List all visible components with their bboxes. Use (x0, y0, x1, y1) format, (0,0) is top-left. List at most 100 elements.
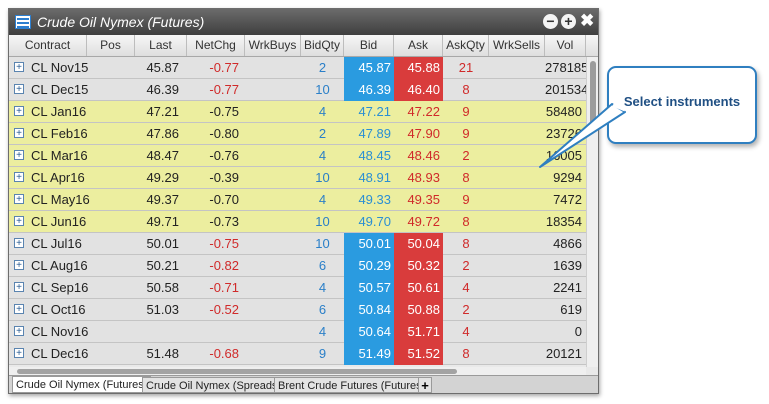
cell-askqty[interactable]: 9 (443, 189, 489, 210)
cell-bid[interactable]: 46.39 (344, 79, 394, 101)
cell-askqty[interactable]: 4 (443, 277, 489, 298)
cell-contract[interactable]: CL Nov15 (9, 57, 88, 78)
cell-ask[interactable]: 50.04 (394, 233, 443, 255)
tab-crude-oil-nymex-futures[interactable]: Crude Oil Nymex (Futures) (12, 376, 152, 393)
cell-bid[interactable]: 48.45 (344, 145, 394, 166)
cell-bidqty[interactable]: 10 (301, 79, 344, 100)
cell-contract[interactable]: CL Jul16 (9, 233, 87, 254)
column-header-contract[interactable]: Contract (9, 35, 87, 56)
table-row[interactable]: + CL Jan16 47.21 -0.75 4 47.21 47.22 9 58480 (9, 101, 586, 123)
cell-bidqty[interactable]: 2 (301, 123, 344, 144)
cell-bidqty[interactable]: 6 (301, 255, 344, 276)
cell-ask[interactable]: 47.22 (394, 101, 443, 122)
table-row[interactable]: + CL Nov15 45.87 -0.77 2 45.87 45.88 21 278185 (9, 57, 586, 79)
cell-bidqty[interactable]: 4 (301, 277, 344, 298)
tab-crude-oil-nymex-spreads[interactable]: Crude Oil Nymex (Spreads) (142, 377, 286, 393)
cell-contract[interactable]: CL Jun16 (9, 211, 87, 232)
cell-ask[interactable]: 50.88 (394, 299, 443, 321)
column-header-wrksells[interactable]: WrkSells (489, 35, 545, 56)
cell-ask[interactable]: 50.61 (394, 277, 443, 299)
cell-bid[interactable]: 50.29 (344, 255, 394, 277)
table-row[interactable]: + CL Jun16 49.71 -0.73 10 49.70 49.72 8 18354 (9, 211, 586, 233)
cell-bidqty[interactable]: 2 (301, 57, 344, 78)
cell-bid[interactable]: 47.21 (344, 101, 394, 122)
table-row[interactable]: + CL Dec16 51.48 -0.68 9 51.49 51.52 8 20121 (9, 343, 586, 365)
cell-askqty[interactable]: 8 (443, 211, 489, 232)
minimize-icon[interactable]: − (543, 14, 558, 29)
cell-bid[interactable]: 50.57 (344, 277, 394, 299)
cell-ask[interactable]: 48.93 (394, 167, 443, 188)
cell-askqty[interactable]: 21 (443, 57, 489, 78)
cell-askqty[interactable]: 9 (443, 123, 489, 144)
cell-bid[interactable]: 49.33 (344, 189, 394, 210)
cell-bidqty[interactable]: 4 (301, 321, 344, 342)
table-row[interactable]: + CL Aug16 50.21 -0.82 6 50.29 50.32 2 1639 (9, 255, 586, 277)
column-header-ask[interactable]: Ask (394, 35, 443, 56)
cell-bid[interactable]: 50.01 (344, 233, 394, 255)
cell-ask[interactable]: 49.35 (394, 189, 443, 210)
horizontal-scrollbar[interactable] (9, 367, 586, 375)
vertical-scrollbar[interactable] (586, 57, 598, 367)
cell-bidqty[interactable]: 10 (301, 167, 344, 188)
cell-bidqty[interactable]: 9 (301, 343, 344, 364)
column-header-pos[interactable]: Pos (87, 35, 135, 56)
table-row[interactable]: + CL Apr16 49.29 -0.39 10 48.91 48.93 8 9294 (9, 167, 586, 189)
table-row[interactable]: + CL Nov16 4 50.64 51.71 4 0 (9, 321, 586, 343)
cell-ask[interactable]: 48.46 (394, 145, 443, 166)
cell-bid[interactable]: 48.91 (344, 167, 394, 188)
cell-contract[interactable]: CL Oct16 (9, 299, 87, 320)
cell-ask[interactable]: 51.52 (394, 343, 443, 365)
cell-contract[interactable]: CL May16 (9, 189, 90, 210)
cell-contract[interactable]: CL Nov16 (9, 321, 88, 342)
cell-ask[interactable]: 50.32 (394, 255, 443, 277)
table-row[interactable]: + CL Sep16 50.58 -0.71 4 50.57 50.61 4 2241 (9, 277, 586, 299)
cell-bid[interactable]: 51.49 (344, 343, 394, 365)
table-row[interactable]: + CL Jul16 50.01 -0.75 10 50.01 50.04 8 4866 (9, 233, 586, 255)
column-header-last[interactable]: Last (135, 35, 187, 56)
cell-contract[interactable]: CL Feb16 (9, 123, 88, 144)
cell-ask[interactable]: 45.88 (394, 57, 443, 79)
cell-contract[interactable]: CL Dec16 (9, 343, 88, 364)
column-header-askqty[interactable]: AskQty (443, 35, 489, 56)
table-row[interactable]: + CL May16 49.37 -0.70 4 49.33 49.35 9 7472 (9, 189, 586, 211)
table-row[interactable]: + CL Oct16 51.03 -0.52 6 50.84 50.88 2 619 (9, 299, 586, 321)
cell-bidqty[interactable]: 6 (301, 299, 344, 320)
cell-bid[interactable]: 47.89 (344, 123, 394, 144)
cell-ask[interactable]: 47.90 (394, 123, 443, 144)
cell-bid[interactable]: 50.84 (344, 299, 394, 321)
cell-bid[interactable]: 45.87 (344, 57, 394, 79)
table-row[interactable]: + CL Mar16 48.47 -0.76 4 48.45 48.46 2 16005 (9, 145, 586, 167)
column-header-bidqty[interactable]: BidQty (301, 35, 344, 56)
cell-ask[interactable]: 46.40 (394, 79, 443, 101)
cell-askqty[interactable]: 2 (443, 299, 489, 320)
close-icon[interactable]: ✖ (580, 12, 594, 30)
horizontal-scroll-thumb[interactable] (17, 369, 457, 374)
cell-contract[interactable]: CL Dec15 (9, 79, 88, 100)
cell-askqty[interactable]: 8 (443, 343, 489, 364)
cell-bidqty[interactable]: 10 (301, 211, 344, 232)
window-titlebar[interactable]: Crude Oil Nymex (Futures) − + ✖ (9, 9, 598, 35)
cell-ask[interactable]: 49.72 (394, 211, 443, 232)
column-header-vol[interactable]: Vol (545, 35, 586, 56)
cell-askqty[interactable]: 9 (443, 101, 489, 122)
cell-ask[interactable]: 51.71 (394, 321, 443, 343)
cell-contract[interactable]: CL Jan16 (9, 101, 87, 122)
table-row[interactable]: + CL Dec15 46.39 -0.77 10 46.39 46.40 8 201534 (9, 79, 586, 101)
cell-bidqty[interactable]: 4 (301, 145, 344, 166)
tab-brent-crude-futures-futures[interactable]: Brent Crude Futures (Futures) (274, 377, 430, 393)
cell-contract[interactable]: CL Apr16 (9, 167, 87, 188)
cell-askqty[interactable]: 2 (443, 255, 489, 276)
cell-bidqty[interactable]: 4 (301, 101, 344, 122)
column-header-wrkbuys[interactable]: WrkBuys (245, 35, 301, 56)
cell-askqty[interactable]: 4 (443, 321, 489, 342)
add-tab-icon[interactable]: + (418, 377, 432, 393)
cell-contract[interactable]: CL Aug16 (9, 255, 88, 276)
cell-bid[interactable]: 49.70 (344, 211, 394, 232)
cell-askqty[interactable]: 8 (443, 233, 489, 254)
table-row[interactable]: + CL Feb16 47.86 -0.80 2 47.89 47.90 9 23726 (9, 123, 586, 145)
cell-contract[interactable]: CL Sep16 (9, 277, 88, 298)
cell-askqty[interactable]: 2 (443, 145, 489, 166)
cell-askqty[interactable]: 8 (443, 79, 489, 100)
vertical-scroll-thumb[interactable] (590, 61, 596, 133)
column-header-netchg[interactable]: NetChg (187, 35, 245, 56)
